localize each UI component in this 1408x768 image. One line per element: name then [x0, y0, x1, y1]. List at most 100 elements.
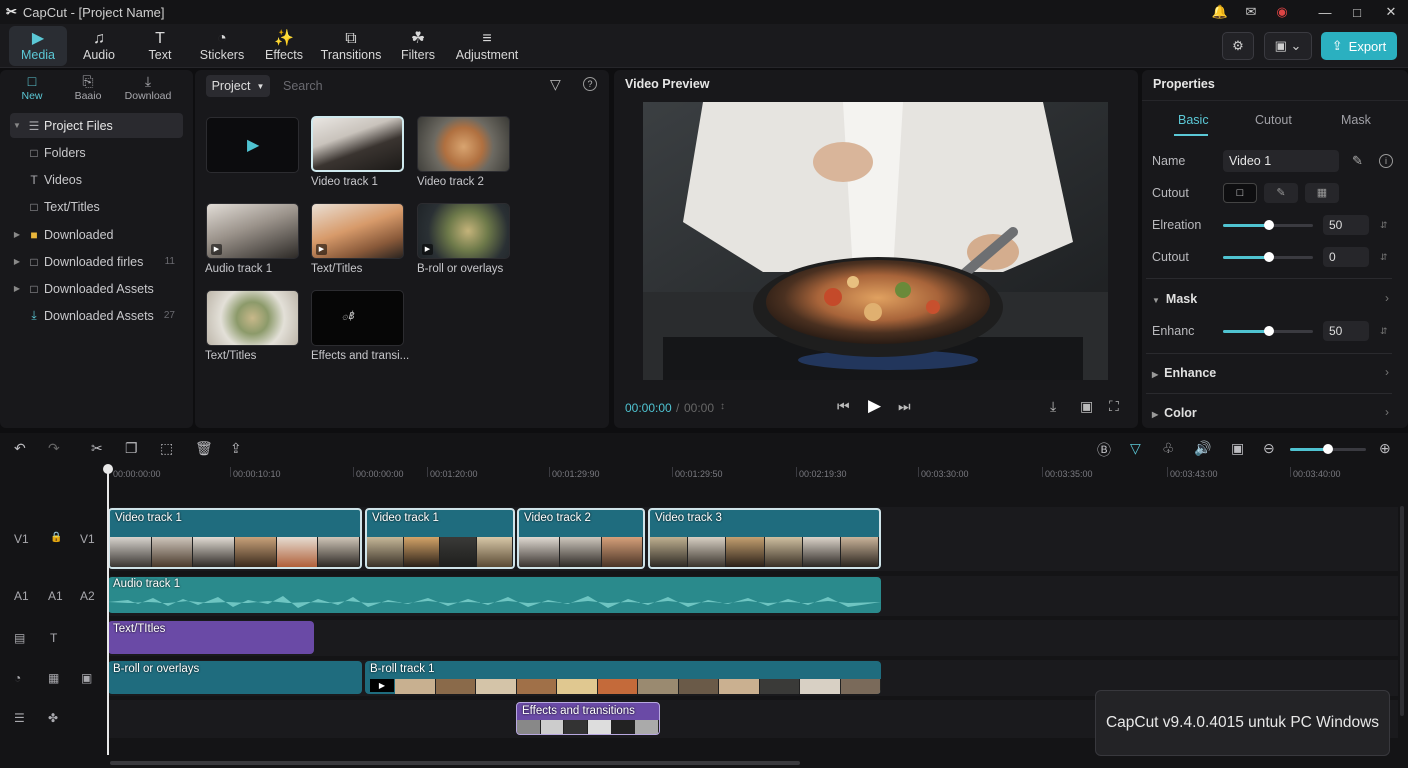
zoom-slider[interactable] — [1290, 444, 1366, 454]
media-thumb[interactable]: ۞฿ — [311, 290, 404, 346]
layers-icon[interactable]: ☰ — [14, 711, 25, 725]
previous-icon[interactable]: ⏮ — [837, 398, 850, 415]
crop-icon[interactable]: ⬚ — [160, 440, 173, 457]
media-thumb[interactable]: ▶ — [206, 117, 299, 173]
search-input[interactable] — [283, 76, 503, 96]
elevation-value[interactable]: 50 — [1323, 215, 1369, 235]
layout-button[interactable]: ▣ ⌄ — [1264, 32, 1312, 60]
media-thumb[interactable]: ▶ — [311, 203, 404, 259]
delete-icon[interactable]: 🗑 — [195, 440, 213, 457]
tab-filters[interactable]: ☘ Filters — [395, 26, 441, 66]
enhance-slider[interactable] — [1223, 326, 1313, 336]
settings-button[interactable]: ⚙ — [1222, 32, 1254, 60]
redo-icon[interactable]: ↷ — [48, 440, 60, 457]
effects-clip[interactable]: Effects and transitions — [516, 702, 660, 735]
enhance-value[interactable]: 50 — [1323, 321, 1369, 341]
media-thumb[interactable]: ▶ — [206, 203, 299, 259]
broll-clip[interactable]: B-roll track 1 ▶ — [365, 661, 881, 694]
tab-text[interactable]: T Text — [135, 26, 185, 66]
tab-effects[interactable]: ✨ Effects — [258, 26, 310, 66]
help-icon[interactable]: ? — [583, 77, 597, 91]
tab-cutout[interactable]: Cutout — [1255, 113, 1292, 127]
cutout-option-1[interactable]: □ — [1223, 183, 1257, 203]
mask-section-header[interactable]: ▼ Mask — [1152, 292, 1197, 306]
slider-knob[interactable] — [1264, 326, 1274, 336]
cutout-value[interactable]: 0 — [1323, 247, 1369, 267]
tab-media[interactable]: ▶ Media — [9, 26, 67, 66]
undo-icon[interactable]: ↶ — [14, 440, 26, 457]
camera-icon[interactable]: ◔ — [14, 671, 21, 685]
download-icon[interactable]: ⤓ — [1050, 398, 1056, 415]
media-thumb[interactable] — [417, 116, 510, 172]
spin-icon[interactable]: ↕ — [720, 401, 725, 412]
text-track-icon[interactable]: ▤ — [14, 631, 25, 645]
chevron-right-icon[interactable]: › — [1385, 291, 1389, 305]
tree-item-downloaded[interactable]: ▶ ■ Downloaded — [10, 222, 183, 247]
next-icon[interactable]: ⏭ — [898, 398, 911, 415]
name-field[interactable]: Video 1 — [1223, 150, 1339, 172]
audio-clip[interactable]: Audio track 1 — [108, 577, 881, 613]
media-thumb[interactable] — [311, 116, 404, 172]
cutout-option-3[interactable]: ▦ — [1305, 183, 1339, 203]
aspect-ratio-icon[interactable]: ▣ — [1080, 398, 1093, 415]
tab-basic[interactable]: Basic — [1178, 113, 1209, 127]
broll-clip[interactable]: B-roll or overlays — [108, 661, 362, 694]
video-clip[interactable]: Video track 3 — [648, 508, 881, 569]
link-icon[interactable]: ♧ — [1162, 440, 1175, 457]
record-icon[interactable]: ◉ — [1265, 0, 1299, 24]
fullscreen-icon[interactable]: ⛶ — [1109, 398, 1119, 415]
image-icon[interactable]: ▦ — [48, 671, 59, 685]
slider-knob[interactable] — [1323, 444, 1333, 454]
tree-item-text-titles[interactable]: □ Text/Titles — [10, 194, 183, 219]
download-button[interactable]: ⤓ Download — [118, 72, 178, 102]
preview-axis-icon[interactable]: ▣ — [1231, 440, 1244, 457]
media-thumb[interactable]: ▶ — [417, 203, 510, 259]
spin-icon[interactable]: ⇵ — [1380, 220, 1388, 231]
spin-icon[interactable]: ⇵ — [1380, 252, 1388, 263]
tab-audio[interactable]: ♫ Audio — [73, 26, 125, 66]
text-clip[interactable]: Text/TItles — [108, 621, 314, 654]
enhance-section-header[interactable]: ▶ Enhance — [1152, 366, 1216, 380]
horizontal-scrollbar[interactable] — [110, 761, 800, 765]
tree-item-downloaded-files[interactable]: ▶ □ Downloaded firles 11 — [10, 249, 183, 274]
zoom-out-icon[interactable]: ⊖ — [1263, 440, 1275, 457]
tree-item-downloaded-assets-2[interactable]: ⤓ Downloaded Assets 27 — [10, 303, 183, 328]
media-thumb[interactable] — [206, 290, 299, 346]
record-voice-icon[interactable]: Ⓑ — [1097, 440, 1111, 460]
edit-icon[interactable]: ✎ — [1352, 153, 1363, 169]
close-button[interactable]: ✕ — [1374, 0, 1408, 24]
filter-icon[interactable]: ▽ — [550, 76, 561, 93]
feedback-icon[interactable]: ✉ — [1234, 0, 1268, 24]
video-clip[interactable]: Video track 1 — [365, 508, 515, 569]
effects-icon[interactable]: ✤ — [48, 711, 58, 725]
video-clip[interactable]: Video track 2 — [517, 508, 645, 569]
playhead[interactable] — [107, 467, 109, 755]
maximize-button[interactable]: □ — [1340, 0, 1374, 24]
minimize-button[interactable]: — — [1308, 0, 1342, 24]
export-button[interactable]: ⇪ Export — [1321, 32, 1397, 60]
tree-item-downloaded-assets[interactable]: ▶ □ Downloaded Assets — [10, 276, 183, 301]
text-type-icon[interactable]: T — [50, 631, 57, 645]
tree-item-project-files[interactable]: ▼ ☰ Project Files — [10, 113, 183, 138]
tree-item-folders[interactable]: □ Folders — [10, 140, 183, 165]
volume-icon[interactable]: 🔊 — [1194, 440, 1211, 457]
lock-icon[interactable]: 🔒 — [50, 532, 62, 543]
overlay-icon[interactable]: ▣ — [81, 671, 92, 685]
baaio-button[interactable]: ⎘ Baaio — [58, 72, 118, 102]
tab-adjustment[interactable]: ≡ Adjustment — [452, 26, 522, 66]
magnet-icon[interactable]: ▽ — [1130, 440, 1141, 457]
chevron-right-icon[interactable]: › — [1385, 365, 1389, 379]
zoom-in-icon[interactable]: ⊕ — [1379, 440, 1391, 457]
video-clip[interactable]: Video track 1 — [108, 508, 362, 569]
new-button[interactable]: □ New — [2, 72, 62, 102]
color-section-header[interactable]: ▶ Color — [1152, 406, 1197, 420]
chevron-right-icon[interactable]: › — [1385, 405, 1389, 419]
tree-item-videos[interactable]: T Videos — [10, 167, 183, 192]
vertical-scrollbar[interactable] — [1400, 506, 1404, 716]
spin-icon[interactable]: ⇵ — [1380, 326, 1388, 337]
play-icon[interactable]: ▶ — [868, 396, 881, 416]
slider-knob[interactable] — [1264, 252, 1274, 262]
share-icon[interactable]: ⇪ — [230, 440, 242, 457]
cutout-slider[interactable] — [1223, 252, 1313, 262]
info-icon[interactable]: i — [1379, 154, 1393, 168]
